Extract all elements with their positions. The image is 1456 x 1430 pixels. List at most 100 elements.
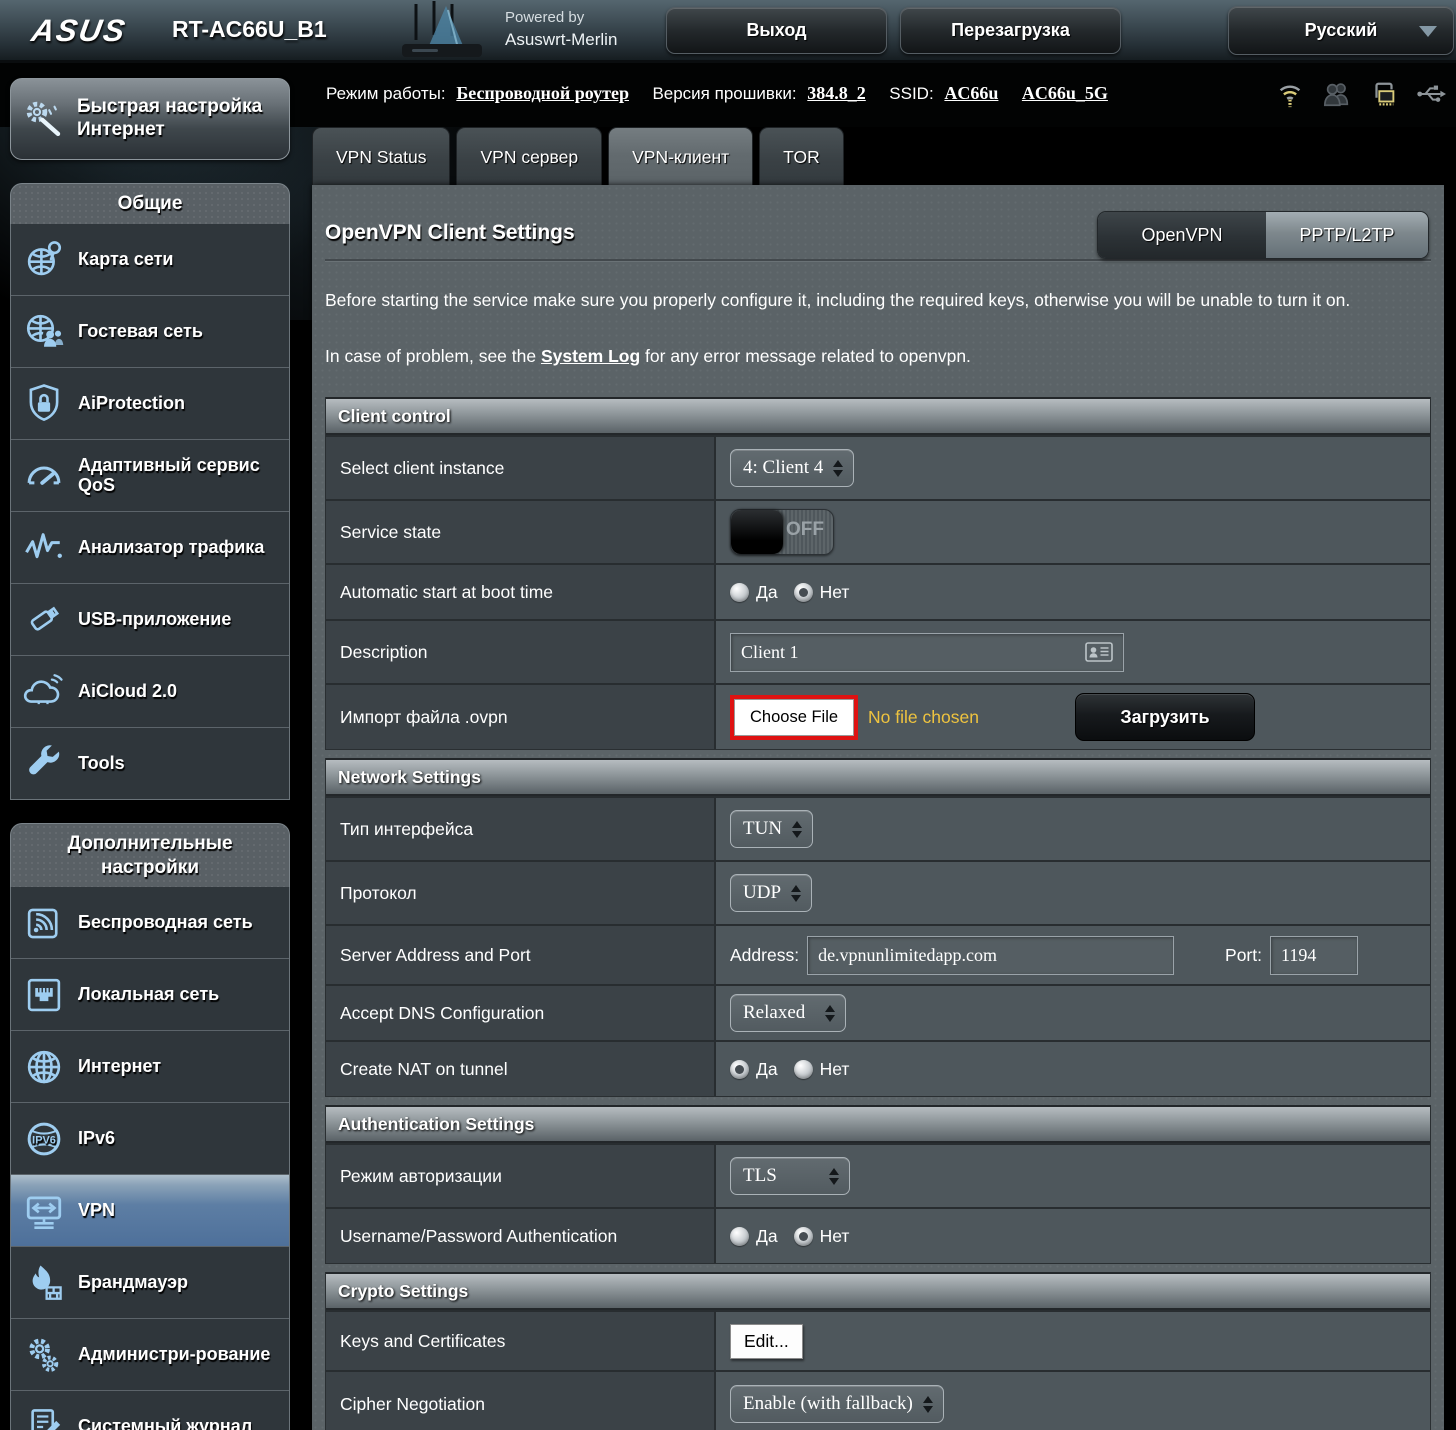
protocol-select[interactable]: UDP <box>730 874 812 912</box>
autostart-no-radio[interactable] <box>794 583 813 602</box>
service-state-toggle[interactable]: OFF <box>730 509 834 555</box>
logout-button[interactable]: Выход <box>666 7 887 54</box>
row-label: Протокол <box>326 862 716 924</box>
chevron-down-icon <box>1419 26 1437 37</box>
tab-vpn-status[interactable]: VPN Status <box>312 127 450 186</box>
clients-icon[interactable] <box>1322 77 1352 111</box>
sidebar-item-traffic-analyzer[interactable]: Анализатор трафика <box>11 511 289 583</box>
table-row: Automatic start at boot time Да Нет <box>326 563 1430 619</box>
autostart-yes-radio[interactable] <box>730 583 749 602</box>
tools-icon <box>23 742 65 784</box>
client-instance-select[interactable]: 4: Client 4 <box>730 449 854 487</box>
row-label: Select client instance <box>326 437 716 499</box>
sidebar-item-network-map[interactable]: Карта сети <box>11 224 289 295</box>
guest-network-icon <box>23 310 65 352</box>
firmware-label: Версия прошивки: <box>652 84 796 103</box>
dns-config-select[interactable]: Relaxed <box>730 994 846 1032</box>
aiprotection-icon <box>23 382 65 424</box>
tab-tor[interactable]: TOR <box>759 127 844 186</box>
row-label: Режим авторизации <box>326 1145 716 1207</box>
userpass-no-radio[interactable] <box>794 1227 813 1246</box>
quick-setup-button[interactable]: Быстрая настройка Интернет <box>10 78 290 160</box>
choose-file-button[interactable]: Choose File <box>734 699 854 736</box>
usb-app-icon <box>23 598 65 640</box>
ssid-24-link[interactable]: AC66u <box>944 83 998 103</box>
pptp-l2tp-type-button[interactable]: PPTP/L2TP <box>1266 212 1428 258</box>
server-address-input[interactable]: de.vpnunlimitedapp.com <box>807 936 1174 975</box>
table-row: Username/Password Authentication Да Нет <box>326 1207 1430 1263</box>
row-label: Accept DNS Configuration <box>326 986 716 1040</box>
sidebar-item-vpn[interactable]: VPN <box>11 1174 289 1246</box>
table-row: Режим авторизации TLS <box>326 1143 1430 1207</box>
select-arrows-icon <box>833 460 843 477</box>
sidebar-item-ipv6[interactable]: IPv6 <box>11 1102 289 1174</box>
tab-vpn-client[interactable]: VPN-клиент <box>608 127 753 186</box>
usb-icon[interactable] <box>1416 77 1446 111</box>
section-header-auth: Authentication Settings <box>326 1105 1430 1143</box>
status-clients-icon <box>1322 78 1352 110</box>
operation-mode-link[interactable]: Беспроводной роутер <box>456 83 629 103</box>
select-arrows-icon <box>791 885 801 902</box>
row-label: Импорт файла .ovpn <box>326 685 716 749</box>
userpass-yes-radio[interactable] <box>730 1227 749 1246</box>
toggle-knob <box>731 510 783 554</box>
table-row: Тип интерфейса TUN <box>326 796 1430 860</box>
section-header-client-control: Client control <box>326 397 1430 435</box>
sidebar-item-wan[interactable]: Интернет <box>11 1030 289 1102</box>
select-arrows-icon <box>792 821 802 838</box>
cipher-negotiation-select[interactable]: Enable (with fallback) <box>730 1385 944 1423</box>
crypto-settings-table: Crypto Settings Keys and Certificates Ed… <box>325 1272 1431 1430</box>
ssid-5g-link[interactable]: AC66u_5G <box>1022 83 1108 103</box>
sidebar-item-tools[interactable]: Tools <box>11 727 289 799</box>
nat-yes-radio[interactable] <box>730 1060 749 1079</box>
sidebar-section-title: Общие <box>10 183 290 224</box>
table-row: Accept DNS Configuration Relaxed <box>326 984 1430 1040</box>
sidebar-item-system-log[interactable]: Системный журнал <box>11 1390 289 1430</box>
language-dropdown[interactable]: Русский <box>1228 6 1454 55</box>
openvpn-type-button[interactable]: OpenVPN <box>1098 212 1266 258</box>
router-model: RT-AC66U_B1 <box>172 16 327 43</box>
admin-icon <box>23 1334 65 1376</box>
language-label: Русский <box>1305 20 1378 41</box>
network-map-icon <box>23 238 65 280</box>
row-label: Service state <box>326 501 716 563</box>
sidebar-item-wireless[interactable]: Беспроводная сеть <box>11 887 289 958</box>
wireless-icon <box>23 902 65 944</box>
no-file-chosen-text: No file chosen <box>868 707 979 728</box>
nat-no-radio[interactable] <box>794 1060 813 1079</box>
table-row: Cipher Negotiation Enable (with fallback… <box>326 1370 1430 1430</box>
system-log-link[interactable]: System Log <box>541 346 640 366</box>
network-settings-table: Network Settings Тип интерфейса TUN Прот… <box>325 758 1431 1097</box>
lan-icon <box>23 974 65 1016</box>
tab-vpn-server[interactable]: VPN сервер <box>456 127 602 186</box>
status-wifi-icon <box>1275 78 1305 110</box>
devices-icon[interactable] <box>1369 77 1399 111</box>
description-input[interactable]: Client 1 <box>730 633 1124 672</box>
row-label: Keys and Certificates <box>326 1312 716 1370</box>
auth-mode-select[interactable]: TLS <box>730 1157 850 1195</box>
asus-logo: ASUS <box>29 13 129 49</box>
server-port-input[interactable]: 1194 <box>1270 936 1358 975</box>
reboot-button[interactable]: Перезагрузка <box>900 7 1121 54</box>
sidebar-item-firewall[interactable]: Брандмауэр <box>11 1246 289 1318</box>
sidebar-item-aicloud[interactable]: AiCloud 2.0 <box>11 655 289 727</box>
edit-keys-button[interactable]: Edit... <box>730 1324 803 1359</box>
sidebar-item-administration[interactable]: Администри-рование <box>11 1318 289 1390</box>
interface-type-select[interactable]: TUN <box>730 810 813 848</box>
wifi-icon[interactable] <box>1275 77 1305 111</box>
sidebar-item-guest-network[interactable]: Гостевая сеть <box>11 295 289 367</box>
upload-button[interactable]: Загрузить <box>1075 693 1255 741</box>
firmware-version-link[interactable]: 384.8_2 <box>807 83 866 103</box>
sidebar-item-aiprotection[interactable]: AiProtection <box>11 367 289 439</box>
row-label: Тип интерфейса <box>326 798 716 860</box>
sidebar-item-lan[interactable]: Локальная сеть <box>11 958 289 1030</box>
sidebar-item-usb-app[interactable]: USB-приложение <box>11 583 289 655</box>
firewall-icon <box>23 1262 65 1304</box>
sidebar-item-qos[interactable]: Адаптивный сервис QoS <box>11 439 289 511</box>
qos-icon <box>23 454 65 496</box>
select-arrows-icon <box>829 1168 839 1185</box>
wan-icon <box>23 1046 65 1088</box>
router-image-icon <box>388 0 498 60</box>
status-text: Режим работы: Беспроводной роутер Версия… <box>326 83 1108 104</box>
authentication-settings-table: Authentication Settings Режим авторизаци… <box>325 1105 1431 1264</box>
